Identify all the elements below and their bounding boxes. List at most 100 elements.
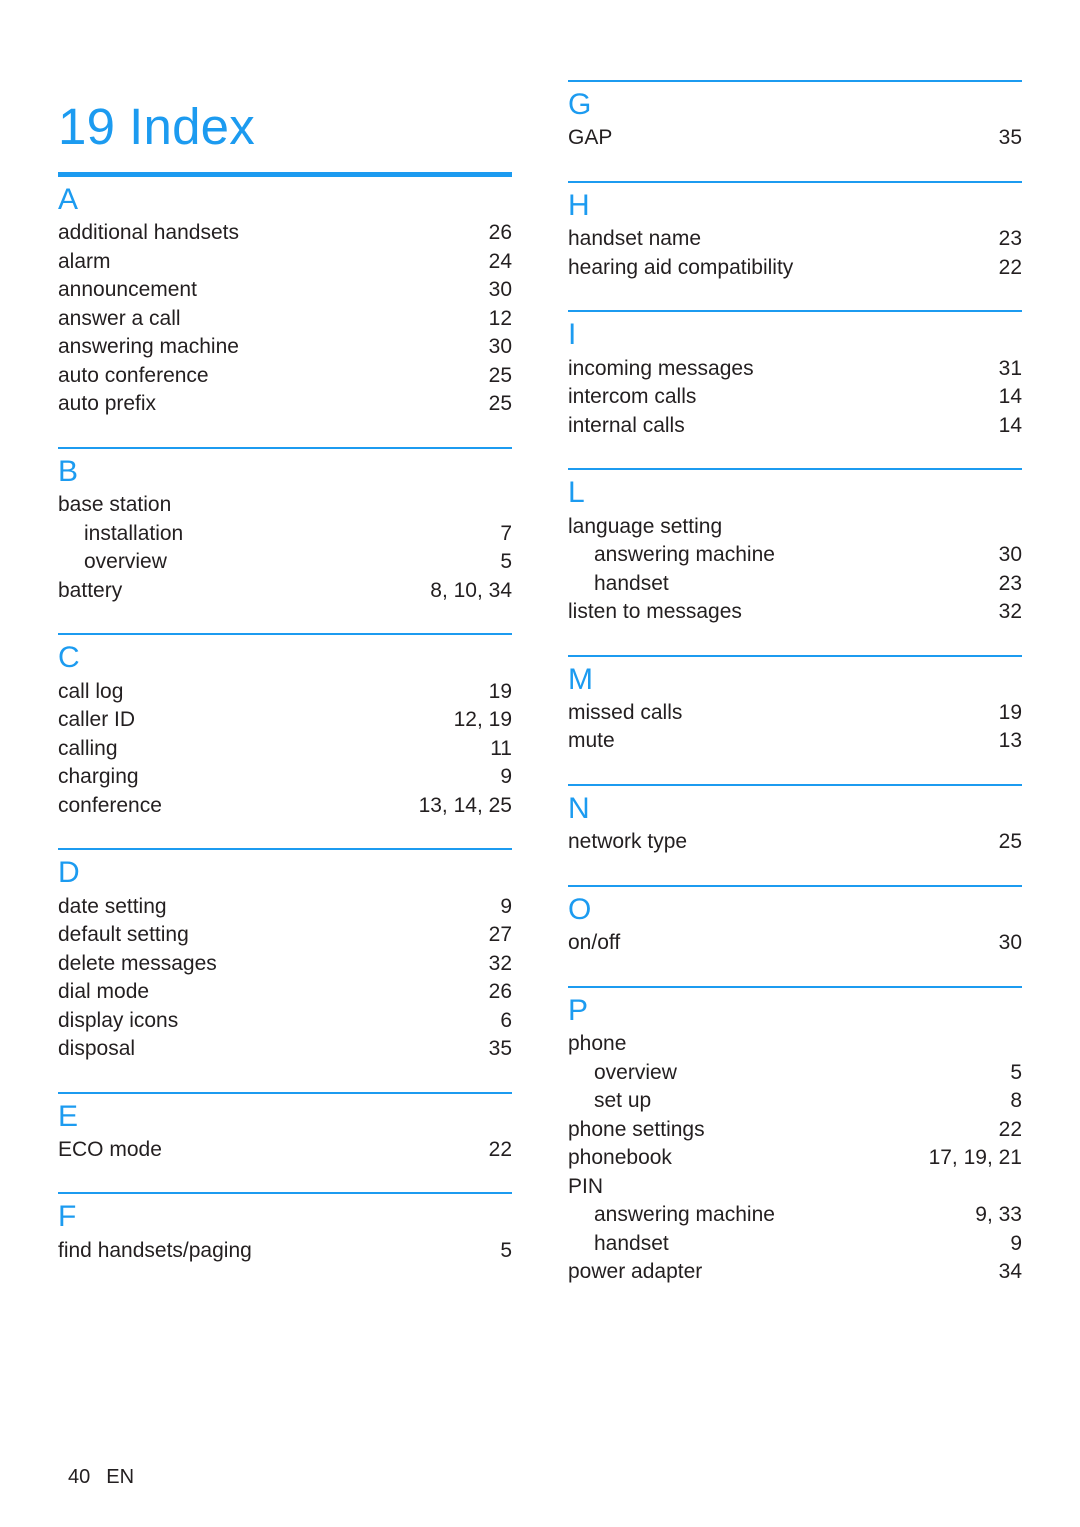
index-entry: internal calls 14 [568,412,1022,441]
section-letter: H [568,188,590,222]
index-entry-label: handset [594,1231,669,1255]
index-entry-label: caller ID [58,708,136,732]
section-entries: missed calls 19 mute 13 [568,699,1022,756]
section-entries: additional handsets 26 alarm 24 announcement… [58,219,512,419]
index-entry-pages: 30 [488,278,512,302]
section-letter: P [568,993,589,1027]
index-entry: charging 9 [58,763,512,792]
index-entry-pages: 11 [490,736,512,760]
index-entry: listen to messages 32 [568,598,1022,627]
index-entry-pages: 19 [488,679,512,703]
index-entry-label: auto conference [58,363,209,387]
index-entry-pages: 35 [488,1037,512,1061]
index-entry-pages: 23 [998,227,1022,251]
index-entry: conference 13, 14, 25 [58,792,512,821]
index-section-l: Llanguage setting answering machine 30 hand… [568,468,1022,626]
index-entry-pages: 34 [998,1260,1022,1284]
index-section-o: Oon/off 30 [568,884,1022,958]
index-entry: find handsets/paging 5 [58,1237,512,1266]
index-entry-label: internal calls [568,413,685,437]
index-section-m: Mmissed calls 19 mute 13 [568,654,1022,756]
section-rule [58,1091,512,1094]
index-entry: base station [58,491,512,520]
section-letter: L [568,476,585,510]
index-entry-pages: 31 [998,356,1022,380]
section-letter: F [58,1200,77,1234]
index-columns: Aadditional handsets 26 alarm 24 announcemen… [0,0,1080,1527]
index-section-a: Aadditional handsets 26 alarm 24 announcemen… [58,172,512,419]
section-rule [58,848,512,851]
section-entries: network type 25 [568,828,1022,857]
index-entry-pages: 30 [488,335,512,359]
index-entry-label: base station [58,493,172,517]
index-entry: intercom calls 14 [568,383,1022,412]
section-letter: B [58,454,79,488]
index-entry-label: disposal [58,1037,136,1061]
section-rule [58,633,512,636]
section-letter: I [568,318,577,352]
index-entry-label: intercom calls [568,385,697,409]
index-entry-pages: 30 [998,931,1022,955]
section-rule [568,468,1022,471]
index-entry-label: GAP [568,126,613,150]
index-entry-label: default setting [58,923,189,947]
index-section-f: Ffind handsets/paging 5 [58,1192,512,1265]
section-entries: GAP 35 [568,124,1022,153]
section-letter: D [58,856,80,890]
index-entry-pages: 13, 14, 25 [418,793,512,817]
index-entry-label: overview [84,550,167,574]
section-letter: E [58,1099,79,1133]
index-entry: phone settings 22 [568,1116,1022,1145]
index-entry-label: announcement [58,278,197,302]
index-entry-label: ECO mode [58,1137,162,1161]
section-letter: A [58,183,79,216]
section-entries: date setting 9 default setting 27 delete mes… [58,893,512,1064]
index-entry: installation 7 [58,520,512,549]
index-entry-label: auto prefix [58,392,157,416]
index-entry-pages: 35 [998,126,1022,150]
index-entry: language setting [568,513,1022,542]
index-entry-label: missed calls [568,700,683,724]
index-entry-pages: 9 [1010,1231,1022,1255]
index-entry-label: handset name [568,227,702,251]
index-entry-pages: 25 [488,392,512,416]
index-entry-label: mute [568,729,615,753]
index-entry: phone [568,1030,1022,1059]
index-entry: additional handsets 26 [58,219,512,248]
index-entry: alarm 24 [58,248,512,277]
section-entries: ECO mode 22 [58,1136,512,1165]
section-entries: language setting answering machine 30 hands… [568,513,1022,627]
index-entry-pages: 8, 10, 34 [430,578,512,602]
section-rule [568,985,1022,988]
index-entry-label: answering machine [594,543,775,567]
index-entry-pages: 12, 19 [453,708,512,732]
index-entry-label: answer a call [58,306,181,330]
index-entry: date setting 9 [58,893,512,922]
index-entry-pages: 26 [488,221,512,245]
index-entry-pages: 17, 19, 21 [928,1146,1022,1170]
index-entry-label: calling [58,736,118,760]
section-entries: call log 19 caller ID 12, 19 calling 11 chargi… [58,678,512,821]
index-section-g: G GAP 35 [568,80,1022,153]
index-entry: handset name 23 [568,225,1022,254]
index-entry-label: phone settings [568,1117,705,1141]
section-rule [568,783,1022,786]
section-letter: G [568,88,592,121]
section-rule [568,310,1022,313]
index-entry-pages: 9 [500,894,512,918]
index-entry: announcement 30 [58,276,512,305]
section-letter: N [568,791,590,825]
index-entry-pages: 13 [998,729,1022,753]
index-entry: battery 8, 10, 34 [58,577,512,606]
index-entry: missed calls 19 [568,699,1022,728]
index-entry-pages: 9, 33 [975,1203,1022,1227]
index-entry: overview 5 [58,548,512,577]
index-section-i: Iincoming messages 31 intercom calls 14 inte… [568,310,1022,440]
index-entry-label: set up [594,1089,652,1113]
index-entry-label: answering machine [594,1203,775,1227]
index-entry-pages: 25 [998,830,1022,854]
index-entry-label: battery [58,578,123,602]
left-column: Aadditional handsets 26 alarm 24 announcemen… [58,172,512,1293]
index-entry-label: conference [58,793,162,817]
index-entry-pages: 14 [998,413,1022,437]
